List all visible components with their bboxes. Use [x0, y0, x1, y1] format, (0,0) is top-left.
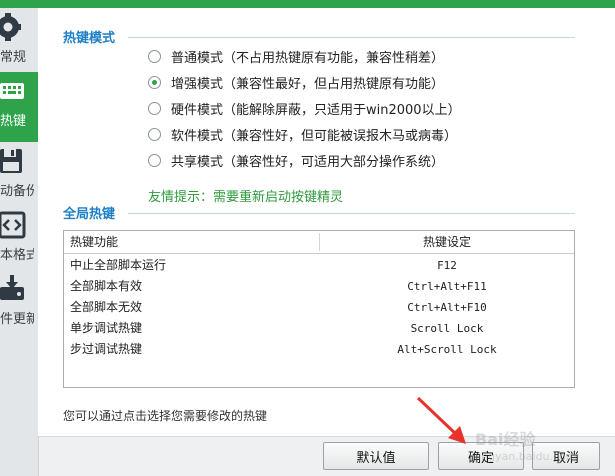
table-row[interactable]: 中止全部脚本运行 F12 — [64, 255, 574, 276]
sidebar-item-hotkey[interactable]: 热键 — [0, 72, 47, 142]
sidebar-item-label: 动备份 — [0, 184, 34, 199]
radio-normal-mode[interactable]: 普通模式（不占用热键原有功能，兼容性稍差） — [148, 46, 444, 66]
radio-label: 硬件模式（能解除屏蔽，只适用于win2000以上） — [171, 102, 461, 118]
hotkey-table: 热键功能 热键设定 中止全部脚本运行 F12 全部脚本有效 Ctrl+Alt+F… — [63, 230, 575, 388]
keyboard-icon — [0, 83, 24, 99]
watermark-subtext: jingyan.baidu.com — [475, 450, 577, 463]
global-hotkey-title: 全局热键 — [63, 207, 116, 222]
hotkey-function: 全部脚本有效 — [70, 279, 143, 293]
floppy-disk-icon — [0, 149, 22, 173]
hotkey-function: 步过调试热键 — [70, 342, 143, 356]
settings-panel: 热键模式 普通模式（不占用热键原有功能，兼容性稍差） 增强模式（兼容性最好，但占… — [38, 8, 615, 437]
hotkey-function: 单步调试热键 — [70, 321, 143, 335]
hotkey-value: Ctrl+Alt+F10 — [407, 301, 487, 314]
radio-button[interactable] — [148, 101, 161, 115]
radio-button[interactable] — [148, 127, 161, 141]
radio-hardware-mode[interactable]: 硬件模式（能解除屏蔽，只适用于win2000以上） — [148, 98, 461, 118]
baidu-watermark: Bai经验 jingyan.baidu.com — [475, 426, 577, 463]
sidebar-item-label: 热键 — [0, 114, 27, 129]
hotkey-value: Scroll Lock — [410, 322, 484, 335]
column-header-function[interactable]: 热键功能 — [70, 231, 118, 253]
sidebar-item-label: 件更新 — [0, 312, 34, 327]
radio-label: 普通模式（不占用热键原有功能，兼容性稍差） — [171, 50, 445, 66]
hotkey-function: 中止全部脚本运行 — [70, 258, 167, 272]
radio-button[interactable] — [148, 153, 161, 167]
update-download-icon — [0, 275, 24, 300]
table-row[interactable]: 单步调试热键 Scroll Lock — [64, 318, 574, 339]
radio-label: 软件模式（兼容性好，但可能被误报木马或病毒） — [171, 128, 458, 144]
radio-label: 共享模式（兼容性好，可适用大部分操作系统） — [171, 154, 445, 170]
gear-icon — [0, 13, 21, 41]
code-brackets-icon — [0, 211, 26, 239]
sidebar-item-script-format[interactable]: 本格式 — [0, 206, 38, 270]
radio-shared-mode[interactable]: 共享模式（兼容性好，可适用大部分操作系统） — [148, 150, 444, 170]
sidebar-item-backup[interactable]: 动备份 — [0, 142, 38, 206]
hotkey-value: F12 — [437, 259, 457, 272]
section-divider — [128, 37, 575, 38]
radio-label: 增强模式（兼容性最好，但占用热键原有功能） — [171, 76, 445, 92]
hotkey-mode-title: 热键模式 — [63, 31, 116, 46]
hotkey-value: Alt+Scroll Lock — [397, 343, 497, 356]
column-header-key[interactable]: 热键设定 — [320, 231, 574, 253]
radio-software-mode[interactable]: 软件模式（兼容性好，但可能被误报木马或病毒） — [148, 124, 457, 144]
sidebar-item-update[interactable]: 件更新 — [0, 270, 38, 334]
table-row[interactable]: 全部脚本有效 Ctrl+Alt+F11 — [64, 276, 574, 297]
sidebar-item-label: 本格式 — [0, 248, 34, 263]
radio-enhanced-mode[interactable]: 增强模式（兼容性最好，但占用热键原有功能） — [148, 72, 444, 92]
table-row[interactable]: 全部脚本无效 Ctrl+Alt+F10 — [64, 297, 574, 318]
sidebar: 常规 热键 动备份 本格式 件更新 — [0, 8, 47, 476]
hotkey-value: Ctrl+Alt+F11 — [407, 280, 487, 293]
sidebar-item-general[interactable]: 常规 — [0, 8, 38, 72]
watermark-text-2: 经验 — [503, 430, 536, 449]
radio-button-checked[interactable] — [148, 75, 161, 89]
window-top-bar — [0, 0, 615, 8]
section-divider — [128, 213, 575, 214]
default-button[interactable]: 默认值 — [323, 442, 429, 470]
footer-note: 您可以通过点击选择您需要修改的热键 — [63, 409, 268, 423]
table-header: 热键功能 热键设定 — [64, 231, 574, 254]
watermark-text: Bai — [475, 430, 504, 449]
sidebar-item-label: 常规 — [0, 50, 27, 65]
table-row[interactable]: 步过调试热键 Alt+Scroll Lock — [64, 339, 574, 360]
hotkey-function: 全部脚本无效 — [70, 300, 143, 314]
radio-button[interactable] — [148, 49, 161, 63]
restart-hint: 友情提示：需要重新启动按键精灵 — [148, 190, 344, 205]
